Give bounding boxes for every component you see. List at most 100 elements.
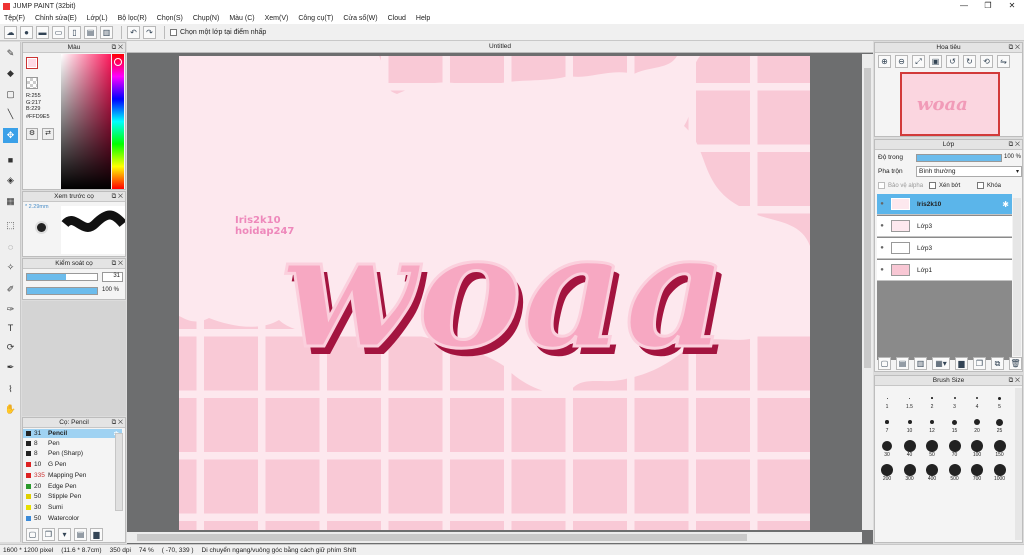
hand-tool-icon[interactable]: ✋ — [3, 402, 18, 417]
menu-color[interactable]: Màu (C) — [229, 15, 254, 22]
navigator-thumbnail[interactable]: woaa — [900, 72, 1000, 136]
clipping-checkbox[interactable] — [929, 182, 936, 189]
saturation-value-picker[interactable] — [61, 54, 111, 189]
brush-size-option[interactable]: 5 — [990, 392, 1010, 410]
close-window-button[interactable]: ✕ — [1000, 0, 1024, 12]
layer-duplicate-icon[interactable]: ❐ — [973, 357, 986, 370]
bucket-tool-icon[interactable]: ◈ — [3, 173, 18, 188]
delete-layer-icon[interactable]: 🗑 — [1009, 357, 1022, 370]
rotate-left-icon[interactable]: ↺ — [946, 55, 959, 68]
zoom-out-icon[interactable]: ⊖ — [895, 55, 908, 68]
select-eraser-icon[interactable]: ✑ — [3, 302, 18, 317]
flip-view-icon[interactable]: ⇋ — [997, 55, 1010, 68]
menu-layer[interactable]: Lớp(L) — [87, 15, 108, 22]
reset-view-icon[interactable]: ⟲ — [980, 55, 993, 68]
menu-help[interactable]: Help — [416, 15, 430, 22]
menu-file[interactable]: Tệp(F) — [4, 15, 25, 22]
brush-item-pen-sharp[interactable]: 8 Pen (Sharp) — [23, 449, 122, 458]
lasso-tool-icon[interactable]: ◌ — [3, 239, 18, 254]
brush-size-option[interactable]: 400 — [922, 464, 942, 482]
eyedropper-icon[interactable]: ⌇ — [3, 382, 18, 397]
add-layer-menu-icon[interactable]: ▦▾ — [932, 357, 950, 370]
brush-size-option[interactable]: 40 — [900, 440, 920, 458]
layer-row[interactable]: ● Lớp3 — [877, 216, 1012, 237]
actual-size-icon[interactable]: ▣ — [929, 55, 942, 68]
hue-slider[interactable] — [112, 54, 124, 189]
brush-size-option[interactable]: 20 — [967, 416, 987, 434]
line-tool-icon[interactable]: ╲ — [3, 107, 18, 122]
select-layer-checkbox[interactable] — [170, 28, 177, 36]
clipping-option[interactable]: Xén bớt — [929, 182, 960, 189]
brush-size-option[interactable]: 15 — [945, 416, 965, 434]
fill-rect-icon[interactable]: ■ — [3, 152, 18, 167]
visibility-icon[interactable]: ● — [877, 201, 887, 207]
layer-opacity-slider[interactable] — [916, 154, 1002, 162]
layer-row[interactable]: ● Lớp3 — [877, 238, 1012, 259]
new-vector-layer-icon[interactable]: ▤ — [896, 357, 909, 370]
layer-list-scrollbar[interactable] — [1013, 198, 1021, 356]
brush-size-option[interactable]: 300 — [900, 464, 920, 482]
menu-capture[interactable]: Chụp(N) — [193, 15, 219, 22]
brush-tool-icon[interactable]: ✎ — [3, 46, 18, 61]
fit-view-icon[interactable]: ⤢ — [912, 55, 925, 68]
rotate-right-icon[interactable]: ↻ — [963, 55, 976, 68]
redo-icon[interactable]: ↷ — [143, 25, 156, 39]
visibility-icon[interactable]: ● — [877, 223, 887, 229]
brush-item-stipple-pen[interactable]: 50 Stipple Pen — [23, 492, 122, 501]
brush-item-edge-pen[interactable]: 20 Edge Pen — [23, 482, 122, 491]
move-tool-icon[interactable]: ✥ — [3, 128, 18, 143]
visibility-icon[interactable]: ● — [877, 267, 887, 273]
document-tab[interactable]: Untitled — [127, 41, 873, 53]
brush-size-option[interactable]: 3 — [945, 392, 965, 410]
marquee-tool-icon[interactable]: ⬚ — [3, 218, 18, 233]
new-brush-icon[interactable]: ▢ — [26, 528, 39, 541]
protect-alpha-option[interactable]: Bảo vệ alpha — [878, 182, 923, 189]
horizontal-scroll-thumb[interactable] — [137, 534, 747, 541]
comment-icon[interactable]: ▬ — [36, 25, 49, 39]
page-icon[interactable]: ▯ — [68, 25, 81, 39]
brush-size-option[interactable]: 500 — [945, 464, 965, 482]
chat-icon[interactable]: ● — [20, 25, 33, 39]
blend-mode-select[interactable]: Bình thường ▾ — [916, 166, 1022, 177]
brush-size-option[interactable]: 10 — [900, 416, 920, 434]
brush-item-pencil[interactable]: 31 Pencil ✱ — [23, 429, 122, 438]
layer-merge-icon[interactable]: ⧉ — [991, 357, 1004, 370]
pen-tool-icon[interactable]: ✒ — [3, 360, 18, 375]
menu-view[interactable]: Xem(V) — [265, 15, 289, 22]
brush-size-option[interactable]: 700 — [967, 464, 987, 482]
brush-item-sumi[interactable]: 30 Sumi — [23, 503, 122, 512]
operation-tool-icon[interactable]: ⟳ — [3, 340, 18, 355]
brush-size-option[interactable]: 30 — [877, 440, 897, 458]
brush-size-scrollbar[interactable] — [1015, 388, 1022, 540]
zoom-in-icon[interactable]: ⊕ — [878, 55, 891, 68]
canvas-vertical-scrollbar[interactable] — [862, 54, 873, 530]
minimize-button[interactable]: — — [952, 0, 976, 12]
gradient-tool-icon[interactable]: ▦ — [3, 194, 18, 209]
layer-row-iris2k10[interactable]: ● Iris2k10 ✱ — [877, 194, 1012, 215]
maximize-button[interactable]: ❐ — [976, 0, 1000, 12]
select-pen-icon[interactable]: ✐ — [3, 282, 18, 297]
brush-size-option[interactable]: 1000 — [990, 464, 1010, 482]
layer-folder-icon[interactable]: ▆ — [955, 357, 968, 370]
brush-item-g-pen[interactable]: 10 G Pen — [23, 460, 122, 469]
protect-alpha-checkbox[interactable] — [878, 182, 885, 189]
hue-slider-handle[interactable] — [114, 58, 122, 66]
brush-size-option[interactable]: 1.5 — [900, 392, 920, 410]
brush-list-scrollbar[interactable] — [115, 433, 123, 511]
brush-size-option[interactable]: 50 — [922, 440, 942, 458]
magic-wand-icon[interactable]: ✧ — [3, 260, 18, 275]
canvas-horizontal-scrollbar[interactable] — [127, 532, 862, 543]
brush-item-watercolor[interactable]: 50 Watercolor — [23, 514, 122, 523]
brush-size-option[interactable]: 1 — [877, 392, 897, 410]
menu-tools[interactable]: Công cụ(T) — [298, 15, 333, 22]
visibility-icon[interactable]: ● — [877, 245, 887, 251]
brush-size-input[interactable]: 31 — [102, 272, 123, 282]
brush-menu-icon[interactable]: ▾ — [58, 528, 71, 541]
brush-item-pen[interactable]: 8 Pen — [23, 439, 122, 448]
undo-icon[interactable]: ↶ — [127, 25, 140, 39]
brush-size-option[interactable]: 150 — [990, 440, 1010, 458]
menu-window[interactable]: Cửa sổ(W) — [343, 15, 377, 22]
vertical-scroll-thumb[interactable] — [864, 68, 871, 368]
brush-size-slider[interactable] — [26, 273, 98, 281]
menu-edit[interactable]: Chỉnh sửa(E) — [35, 15, 77, 22]
